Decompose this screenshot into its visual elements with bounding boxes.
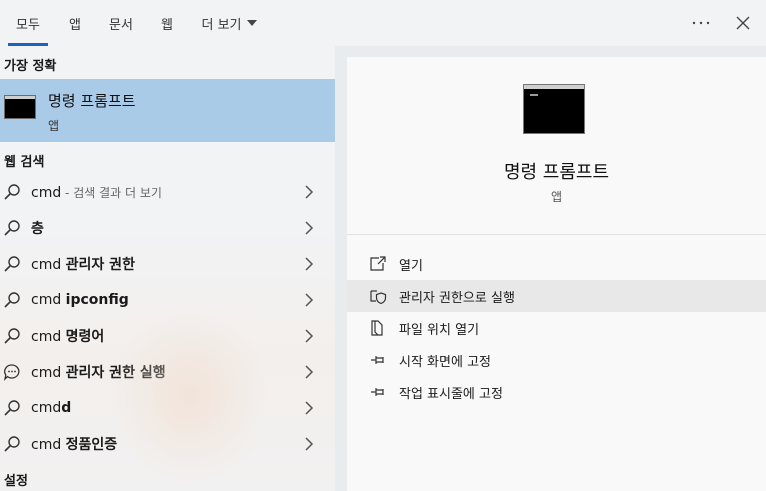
close-icon[interactable] <box>728 8 758 38</box>
open-icon <box>370 256 386 271</box>
list-item-label: cmd 관리자 권한 실행 <box>31 365 166 381</box>
chevron-right-icon <box>305 329 314 343</box>
best-match-header: 가장 정확 <box>4 59 57 74</box>
pin-to-taskbar-button[interactable]: 작업 표시줄에 고정 <box>347 376 766 408</box>
list-item[interactable]: cmd ipconfig <box>0 282 335 318</box>
tab-label: 앱 <box>69 17 81 33</box>
action-label: 시작 화면에 고정 <box>399 354 491 370</box>
settings-header: 설정 <box>4 474 28 489</box>
list-item[interactable]: cmd 관리자 권한 <box>0 246 335 282</box>
action-label: 파일 위치 열기 <box>399 322 480 338</box>
best-match-item[interactable]: 명령 프롬프트 앱 <box>0 79 335 142</box>
chevron-right-icon <box>305 365 314 379</box>
tab-label: 웹 <box>161 17 173 33</box>
chevron-right-icon <box>305 437 314 451</box>
chevron-right-icon <box>305 401 314 415</box>
search-tabs-bar: 모두 앱 문서 웹 더 보기 <box>0 0 766 46</box>
search-icon <box>4 436 20 452</box>
list-item[interactable]: cmd 관리자 권한 실행 <box>0 354 335 390</box>
list-item-label: cmd 명령어 <box>31 329 105 345</box>
chevron-right-icon <box>305 293 314 307</box>
list-item[interactable]: cmd 명령어 <box>0 318 335 354</box>
shield-icon <box>370 290 387 305</box>
tab-label: 문서 <box>109 17 133 33</box>
tab-all[interactable]: 모두 <box>4 0 52 46</box>
open-button[interactable]: 열기 <box>347 248 766 280</box>
list-item-label: cmd 정품인증 <box>31 437 118 453</box>
list-item-label: cmd ipconfig <box>31 292 129 308</box>
search-icon <box>4 184 20 200</box>
tab-web[interactable]: 웹 <box>152 0 182 46</box>
chevron-right-icon <box>305 185 314 199</box>
chat-icon <box>3 364 20 381</box>
search-icon <box>4 220 20 236</box>
pin-icon <box>371 388 384 396</box>
tab-apps[interactable]: 앱 <box>60 0 90 46</box>
best-match-title: 명령 프롬프트 <box>48 92 136 110</box>
open-file-location-button[interactable]: 파일 위치 열기 <box>347 312 766 344</box>
run-as-admin-button[interactable]: 관리자 권한으로 실행 <box>347 280 766 312</box>
tab-more[interactable]: 더 보기 <box>192 0 266 46</box>
preview-subtitle: 앱 <box>550 190 563 204</box>
list-item-label: 층 <box>31 221 44 237</box>
search-icon <box>4 400 20 416</box>
chevron-right-icon <box>305 257 314 271</box>
list-item[interactable]: cmd 정품인증 <box>0 426 335 462</box>
action-label: 열기 <box>399 258 423 274</box>
pin-to-start-button[interactable]: 시작 화면에 고정 <box>347 344 766 376</box>
preview-title: 명령 프롬프트 <box>503 162 610 183</box>
command-prompt-icon <box>4 95 36 119</box>
tab-label: 모두 <box>16 17 40 33</box>
divider <box>347 234 766 235</box>
more-options-icon[interactable] <box>686 8 716 38</box>
list-item-label: cmd - 검색 결과 더 보기 <box>31 184 162 201</box>
chevron-down-icon <box>246 20 257 26</box>
tab-documents[interactable]: 문서 <box>100 0 142 46</box>
list-item[interactable]: cmd - 검색 결과 더 보기 <box>0 174 335 210</box>
list-item[interactable]: cmdd <box>0 390 335 426</box>
chevron-right-icon <box>305 221 314 235</box>
list-item-label: cmdd <box>31 400 72 416</box>
action-label: 관리자 권한으로 실행 <box>399 290 515 306</box>
search-icon <box>4 292 20 308</box>
command-prompt-icon <box>523 84 585 134</box>
best-match-subtitle: 앱 <box>48 119 60 133</box>
web-search-header: 웹 검색 <box>4 155 45 170</box>
list-item[interactable]: 층 <box>0 210 335 246</box>
action-label: 작업 표시줄에 고정 <box>399 386 503 402</box>
list-item-label: cmd 관리자 권한 <box>31 257 135 273</box>
file-location-icon <box>371 320 383 336</box>
results-pane: 가장 정확 명령 프롬프트 앱 웹 검색 cmd - 검색 결과 더 보기 층 … <box>0 46 335 491</box>
pin-icon <box>371 356 384 364</box>
preview-pane: 명령 프롬프트 앱 열기 관리자 권한으로 실행 파일 위치 열기 시작 화면에… <box>347 57 766 491</box>
tab-label: 더 보기 <box>201 17 242 33</box>
search-icon <box>4 256 20 272</box>
search-icon <box>4 328 20 344</box>
